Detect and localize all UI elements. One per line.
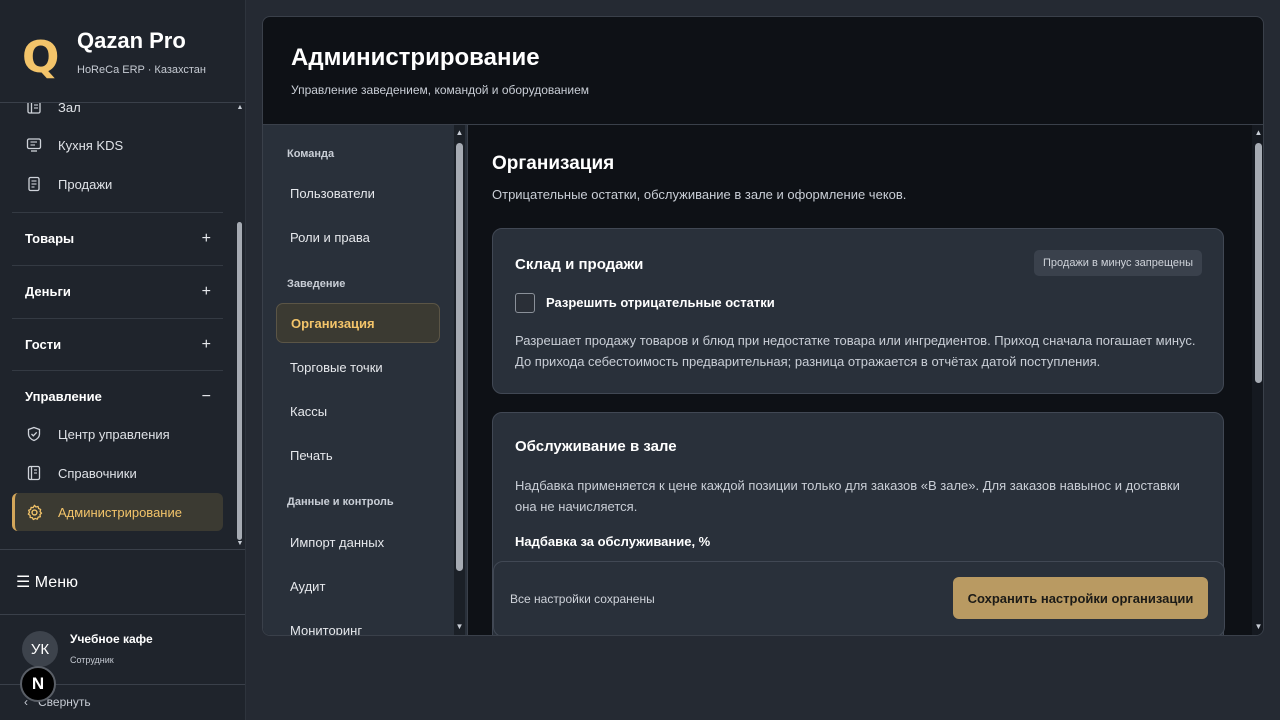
gear-icon: [25, 503, 43, 521]
sidebar-scrollbar[interactable]: ▲ ▼: [236, 104, 244, 548]
sidebar-item-label: Администрирование: [58, 504, 182, 520]
scroll-down-arrow[interactable]: ▼: [455, 622, 464, 631]
sidebar-item-label: Справочники: [58, 465, 137, 481]
subnav-category: Данные и контроль: [287, 496, 394, 508]
content-scrollbar[interactable]: ▲ ▼: [1252, 125, 1263, 635]
section-subtitle: Отрицательные остатки, обслуживание в за…: [492, 187, 907, 202]
divider: [0, 549, 245, 550]
save-button[interactable]: Сохранить настройки организации: [953, 577, 1208, 619]
card-title: Склад и продажи: [515, 256, 644, 273]
card-title: Обслуживание в зале: [515, 438, 677, 455]
subnav-item-users[interactable]: Пользователи: [276, 173, 440, 213]
avatar[interactable]: УК: [22, 631, 58, 667]
plus-icon: +: [201, 229, 211, 247]
section-title: Организация: [492, 153, 615, 174]
brand-logo: Q: [22, 32, 60, 83]
sidebar-item-label: Кухня KDS: [58, 137, 124, 153]
page-title: Администрирование: [291, 44, 540, 71]
subnav-scrollbar[interactable]: ▲ ▼: [454, 125, 465, 635]
brand-name: Qazan Pro: [77, 28, 186, 53]
organization-settings: Организация Отрицательные остатки, обслу…: [469, 125, 1263, 635]
shield-check-icon: [25, 425, 43, 443]
scroll-thumb[interactable]: [456, 143, 463, 571]
sidebar-item-references[interactable]: Справочники: [12, 454, 223, 492]
minus-icon: −: [201, 387, 211, 405]
scroll-up-arrow[interactable]: ▲: [1254, 128, 1263, 137]
brand[interactable]: Q Qazan Pro HoReCa ERP · Казахстан: [22, 28, 232, 88]
sidebar-item-sales[interactable]: Продажи: [12, 165, 223, 203]
nav-group-label: Товары: [25, 231, 75, 246]
sidebar: Q Qazan Pro HoReCa ERP · Казахстан Зал К…: [0, 0, 246, 720]
service-fee-label: Надбавка за обслуживание, %: [515, 534, 711, 549]
subnav-item-import[interactable]: Импорт данных: [276, 522, 440, 562]
plus-icon: +: [201, 335, 211, 353]
status-badge: Продажи в минус запрещены: [1034, 250, 1202, 276]
card-description-line: Надбавка применяется к цене каждой позиц…: [515, 478, 1180, 493]
subnav-category: Команда: [287, 148, 335, 160]
subnav-item-monitoring[interactable]: Мониторинг: [276, 610, 440, 636]
save-status: Все настройки сохранены: [510, 592, 655, 606]
save-bar: Все настройки сохранены Сохранить настро…: [493, 561, 1225, 635]
divider: [0, 614, 245, 615]
subnav-item-audit[interactable]: Аудит: [276, 566, 440, 606]
main-panel: Администрирование Управление заведением,…: [262, 16, 1264, 636]
nav-group-goods[interactable]: Товары +: [12, 212, 223, 264]
checkbox-label[interactable]: Разрешить отрицательные остатки: [546, 295, 775, 310]
subnav-item-print[interactable]: Печать: [276, 435, 440, 475]
plus-icon: +: [201, 282, 211, 300]
sidebar-nav: Зал Кухня KDS Продажи Товары + Деньги + …: [12, 103, 224, 545]
n-badge-icon[interactable]: N: [20, 666, 56, 702]
sidebar-item-control-center[interactable]: Центр управления: [12, 415, 223, 453]
receipt-icon: [25, 175, 43, 193]
card-description-line: До прихода себестоимость предварительная…: [515, 354, 1101, 369]
negative-stock-checkbox[interactable]: [515, 293, 535, 313]
user-name: Учебное кафе: [70, 632, 153, 646]
nav-group-label: Гости: [25, 337, 62, 352]
scroll-thumb[interactable]: [1255, 143, 1262, 383]
stock-sales-card: Склад и продажи Продажи в минус запрещен…: [492, 228, 1224, 394]
sidebar-item-kds[interactable]: Кухня KDS: [12, 126, 223, 164]
nav-group-money[interactable]: Деньги +: [12, 265, 223, 317]
sidebar-item-hall[interactable]: Зал: [12, 103, 223, 126]
subnav-item-organization[interactable]: Организация: [276, 303, 440, 343]
scroll-down-arrow[interactable]: ▼: [236, 540, 244, 548]
sidebar-item-label: Зал: [58, 103, 81, 115]
sidebar-item-administration[interactable]: Администрирование: [12, 493, 223, 531]
user-role: Сотрудник: [70, 655, 114, 665]
monitor-icon: [25, 136, 43, 154]
subnav-item-points[interactable]: Торговые точки: [276, 347, 440, 387]
scroll-up-arrow[interactable]: ▲: [236, 104, 244, 112]
sidebar-item-label: Центр управления: [58, 426, 170, 442]
sidebar-item-label: Продажи: [58, 176, 113, 192]
subnav-item-roles[interactable]: Роли и права: [276, 217, 440, 257]
scroll-down-arrow[interactable]: ▼: [1254, 622, 1263, 631]
nav-group-label: Деньги: [25, 284, 71, 299]
menu-button[interactable]: ☰ Меню: [16, 572, 78, 592]
nav-group-guests[interactable]: Гости +: [12, 318, 223, 370]
scroll-thumb[interactable]: [237, 222, 242, 540]
card-description-line: Разрешает продажу товаров и блюд при нед…: [515, 333, 1196, 348]
admin-subnav: Команда Пользователи Роли и права Заведе…: [263, 125, 468, 636]
card-description-line: она не начисляется.: [515, 499, 638, 514]
scroll-up-arrow[interactable]: ▲: [455, 128, 464, 137]
nav-group-label: Управление: [25, 389, 102, 404]
subnav-item-registers[interactable]: Кассы: [276, 391, 440, 431]
page-subtitle: Управление заведением, командой и оборуд…: [291, 83, 590, 97]
table-icon: [25, 103, 43, 116]
book-icon: [25, 464, 43, 482]
subnav-category: Заведение: [287, 278, 346, 290]
brand-subtitle: HoReCa ERP · Казахстан: [77, 64, 206, 76]
